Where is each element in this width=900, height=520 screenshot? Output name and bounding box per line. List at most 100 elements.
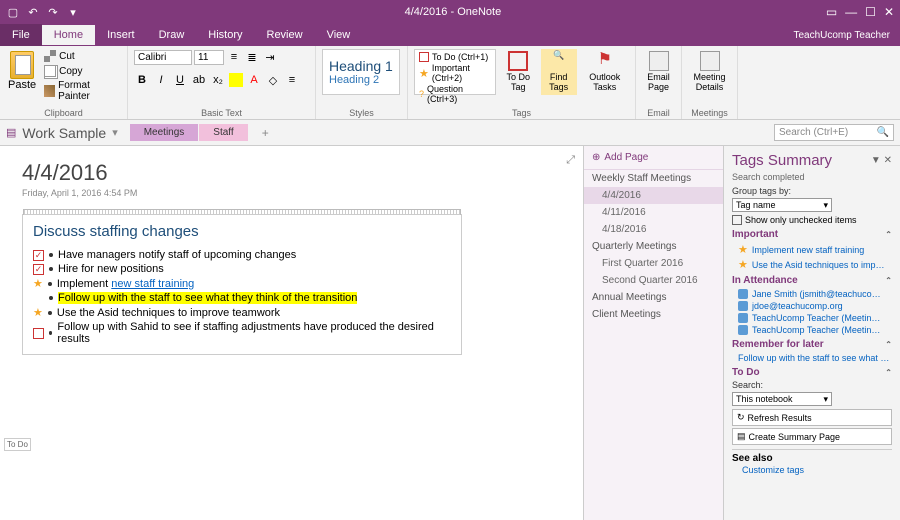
page-group[interactable]: Client Meetings xyxy=(584,306,723,323)
note-item[interactable]: ✓ Have managers notify staff of upcoming … xyxy=(33,248,451,262)
note-item[interactable]: Follow up with Sahid to see if staffing … xyxy=(33,320,451,346)
link[interactable]: new staff training xyxy=(111,278,194,290)
tab-home[interactable]: Home xyxy=(42,25,95,45)
close-icon[interactable]: ✕ xyxy=(884,5,894,19)
bullets-icon[interactable]: ≡ xyxy=(226,49,242,65)
tag-group-header[interactable]: Remember for later⌃ xyxy=(732,339,892,350)
tag-group-header[interactable]: In Attendance⌃ xyxy=(732,275,892,286)
ribbon-options-icon[interactable]: ▭ xyxy=(826,5,837,19)
page-content[interactable]: ⤢ 4/4/2016 Friday, April 1, 2016 4:54 PM… xyxy=(0,146,584,520)
user-label[interactable]: TeachUcomp Teacher xyxy=(793,30,900,41)
note-item[interactable]: ★Use the Asid techniques to improve team… xyxy=(33,305,451,320)
todo-tag-button[interactable]: To Do Tag xyxy=(500,49,537,95)
align-button[interactable]: ≡ xyxy=(284,72,300,88)
outlook-tasks-button[interactable]: ⚑Outlook Tasks xyxy=(581,49,629,95)
checkbox-icon[interactable]: ✓ xyxy=(33,250,44,261)
numbering-icon[interactable]: ≣ xyxy=(244,49,260,65)
note-text[interactable]: Hire for new positions xyxy=(58,263,164,275)
paste-button[interactable]: Paste xyxy=(6,49,38,93)
search-input[interactable]: Search (Ctrl+E)🔍 xyxy=(774,124,894,141)
file-tab[interactable]: File xyxy=(0,24,42,46)
groupby-select[interactable]: Tag name ▾ xyxy=(732,198,832,212)
notebook-icon[interactable]: ▤ xyxy=(6,126,16,139)
font-family-select[interactable]: Calibri xyxy=(134,50,192,65)
note-text[interactable]: Implement new staff training xyxy=(57,278,194,290)
tag-result-item[interactable]: Follow up with the staff to see what … xyxy=(732,352,892,364)
note-item[interactable]: ✓ Hire for new positions xyxy=(33,262,451,276)
notebook-dropdown-icon[interactable]: ▾ xyxy=(112,126,118,139)
strike-button[interactable]: ab xyxy=(191,72,207,88)
checkbox-icon[interactable]: ✓ xyxy=(33,264,44,275)
font-color-button[interactable]: A xyxy=(246,72,262,88)
italic-button[interactable]: I xyxy=(153,72,169,88)
copy-button[interactable]: Copy xyxy=(42,64,121,78)
create-summary-button[interactable]: ▤Create Summary Page xyxy=(732,428,892,445)
page-group[interactable]: Annual Meetings xyxy=(584,289,723,306)
highlight-button[interactable] xyxy=(229,73,243,87)
add-page-button[interactable]: ⊕Add Page xyxy=(584,146,723,170)
cut-button[interactable]: Cut xyxy=(42,49,121,63)
pane-close-icon[interactable]: ✕ xyxy=(884,155,892,166)
note-title[interactable]: Discuss staffing changes xyxy=(33,223,451,240)
tag-result-item[interactable]: Jane Smith (jsmith@teachuco… xyxy=(732,288,892,300)
find-tags-button[interactable]: 🔍Find Tags xyxy=(541,49,577,95)
show-unchecked-checkbox[interactable]: Show only unchecked items xyxy=(732,215,892,225)
tag-result-item[interactable]: ★Implement new staff training xyxy=(732,242,892,257)
page-item[interactable]: 4/11/2016 xyxy=(584,204,723,221)
note-text[interactable]: Use the Asid techniques to improve teamw… xyxy=(57,307,280,319)
note-item[interactable]: Follow up with the staff to see what the… xyxy=(33,291,451,305)
page-item[interactable]: 4/18/2016 xyxy=(584,221,723,238)
section-tab-staff[interactable]: Staff xyxy=(199,124,247,141)
search-scope-select[interactable]: This notebook ▾ xyxy=(732,392,832,406)
tag-result-item[interactable]: TeachUcomp Teacher (Meetin… xyxy=(732,324,892,336)
tag-result-item[interactable]: jdoe@teachucomp.org xyxy=(732,300,892,312)
tag-group-header[interactable]: To Do⌃ xyxy=(732,367,892,378)
qat-dropdown-icon[interactable]: ▾ xyxy=(66,5,80,19)
checkbox-icon[interactable] xyxy=(33,328,44,339)
collapse-icon[interactable]: ⌃ xyxy=(885,340,892,349)
note-text[interactable]: Follow up with the staff to see what the… xyxy=(58,292,357,304)
collapse-icon[interactable]: ⌃ xyxy=(885,368,892,377)
tab-insert[interactable]: Insert xyxy=(95,25,147,45)
page-item[interactable]: First Quarter 2016 xyxy=(584,255,723,272)
styles-gallery[interactable]: Heading 1 Heading 2 xyxy=(322,49,400,95)
section-tab-meetings[interactable]: Meetings xyxy=(130,124,199,141)
tab-review[interactable]: Review xyxy=(255,25,315,45)
tag-group-header[interactable]: Important⌃ xyxy=(732,229,892,240)
tab-view[interactable]: View xyxy=(315,25,363,45)
note-text[interactable]: Have managers notify staff of upcoming c… xyxy=(58,249,296,261)
tags-gallery[interactable]: To Do (Ctrl+1) ★Important (Ctrl+2) ?Ques… xyxy=(414,49,496,95)
underline-button[interactable]: U xyxy=(172,72,188,88)
undo-icon[interactable]: ↶ xyxy=(26,5,40,19)
page-group[interactable]: Weekly Staff Meetings xyxy=(584,170,723,187)
expand-icon[interactable]: ⤢ xyxy=(566,154,575,167)
email-page-button[interactable]: Email Page xyxy=(642,49,675,95)
note-text[interactable]: Follow up with Sahid to see if staffing … xyxy=(57,321,451,345)
page-item[interactable]: Second Quarter 2016 xyxy=(584,272,723,289)
minimize-icon[interactable]: — xyxy=(845,5,857,19)
tag-result-item[interactable]: ★Use the Asid techniques to imp… xyxy=(732,257,892,272)
note-item[interactable]: ★Implement new staff training xyxy=(33,276,451,291)
collapse-icon[interactable]: ⌃ xyxy=(885,276,892,285)
bold-button[interactable]: B xyxy=(134,72,150,88)
maximize-icon[interactable]: ☐ xyxy=(865,5,876,19)
customize-tags-link[interactable]: Customize tags xyxy=(732,464,892,476)
meeting-details-button[interactable]: Meeting Details xyxy=(688,49,731,95)
indent-icon[interactable]: ⇥ xyxy=(262,49,278,65)
redo-icon[interactable]: ↷ xyxy=(46,5,60,19)
page-group[interactable]: Quarterly Meetings xyxy=(584,238,723,255)
tab-history[interactable]: History xyxy=(196,25,254,45)
subscript-button[interactable]: x₂ xyxy=(210,72,226,88)
note-drag-handle[interactable] xyxy=(23,209,461,215)
collapse-icon[interactable]: ⌃ xyxy=(885,230,892,239)
add-section-button[interactable]: + xyxy=(254,124,277,142)
format-painter-button[interactable]: Format Painter xyxy=(42,79,121,103)
refresh-results-button[interactable]: ↻Refresh Results xyxy=(732,409,892,426)
clear-format-icon[interactable]: ◇ xyxy=(265,72,281,88)
pane-dropdown-icon[interactable]: ▼ xyxy=(871,155,881,166)
tab-draw[interactable]: Draw xyxy=(147,25,197,45)
note-container[interactable]: Discuss staffing changes ✓ Have managers … xyxy=(22,214,462,355)
notebook-name[interactable]: Work Sample xyxy=(22,125,106,141)
tag-result-item[interactable]: TeachUcomp Teacher (Meetin… xyxy=(732,312,892,324)
font-size-select[interactable]: 11 xyxy=(194,50,224,65)
